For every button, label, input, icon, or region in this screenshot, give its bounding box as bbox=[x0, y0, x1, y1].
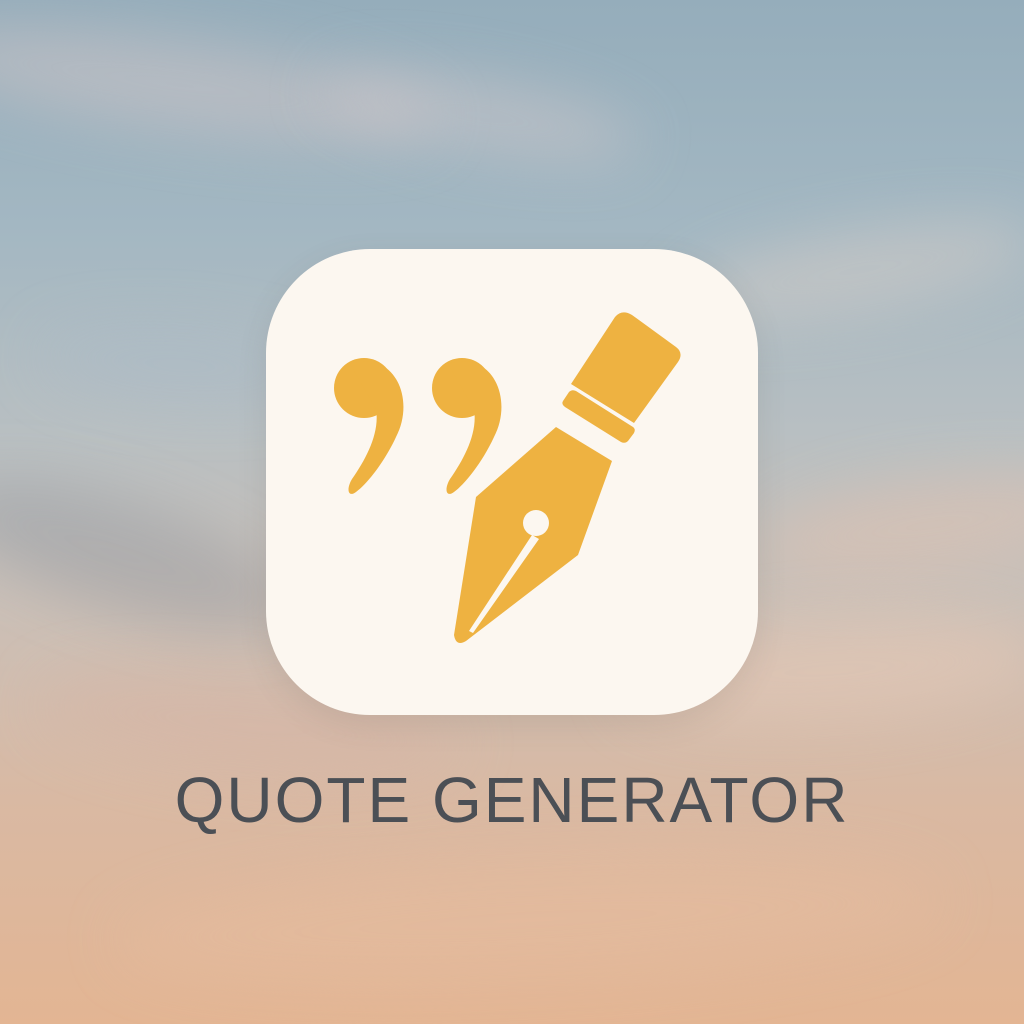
fountain-pen-icon bbox=[454, 312, 681, 643]
quotation-mark-right-icon bbox=[432, 358, 502, 494]
cloud bbox=[755, 456, 1024, 594]
quotation-mark-left-icon bbox=[334, 358, 404, 494]
cloud bbox=[316, 52, 644, 178]
cloud bbox=[0, 447, 309, 663]
quote-generator-app-icon[interactable] bbox=[266, 249, 758, 715]
quote-pen-icon bbox=[334, 312, 681, 643]
app-name-label: QUOTE GENERATOR bbox=[174, 764, 850, 836]
cloud bbox=[117, 838, 943, 1002]
